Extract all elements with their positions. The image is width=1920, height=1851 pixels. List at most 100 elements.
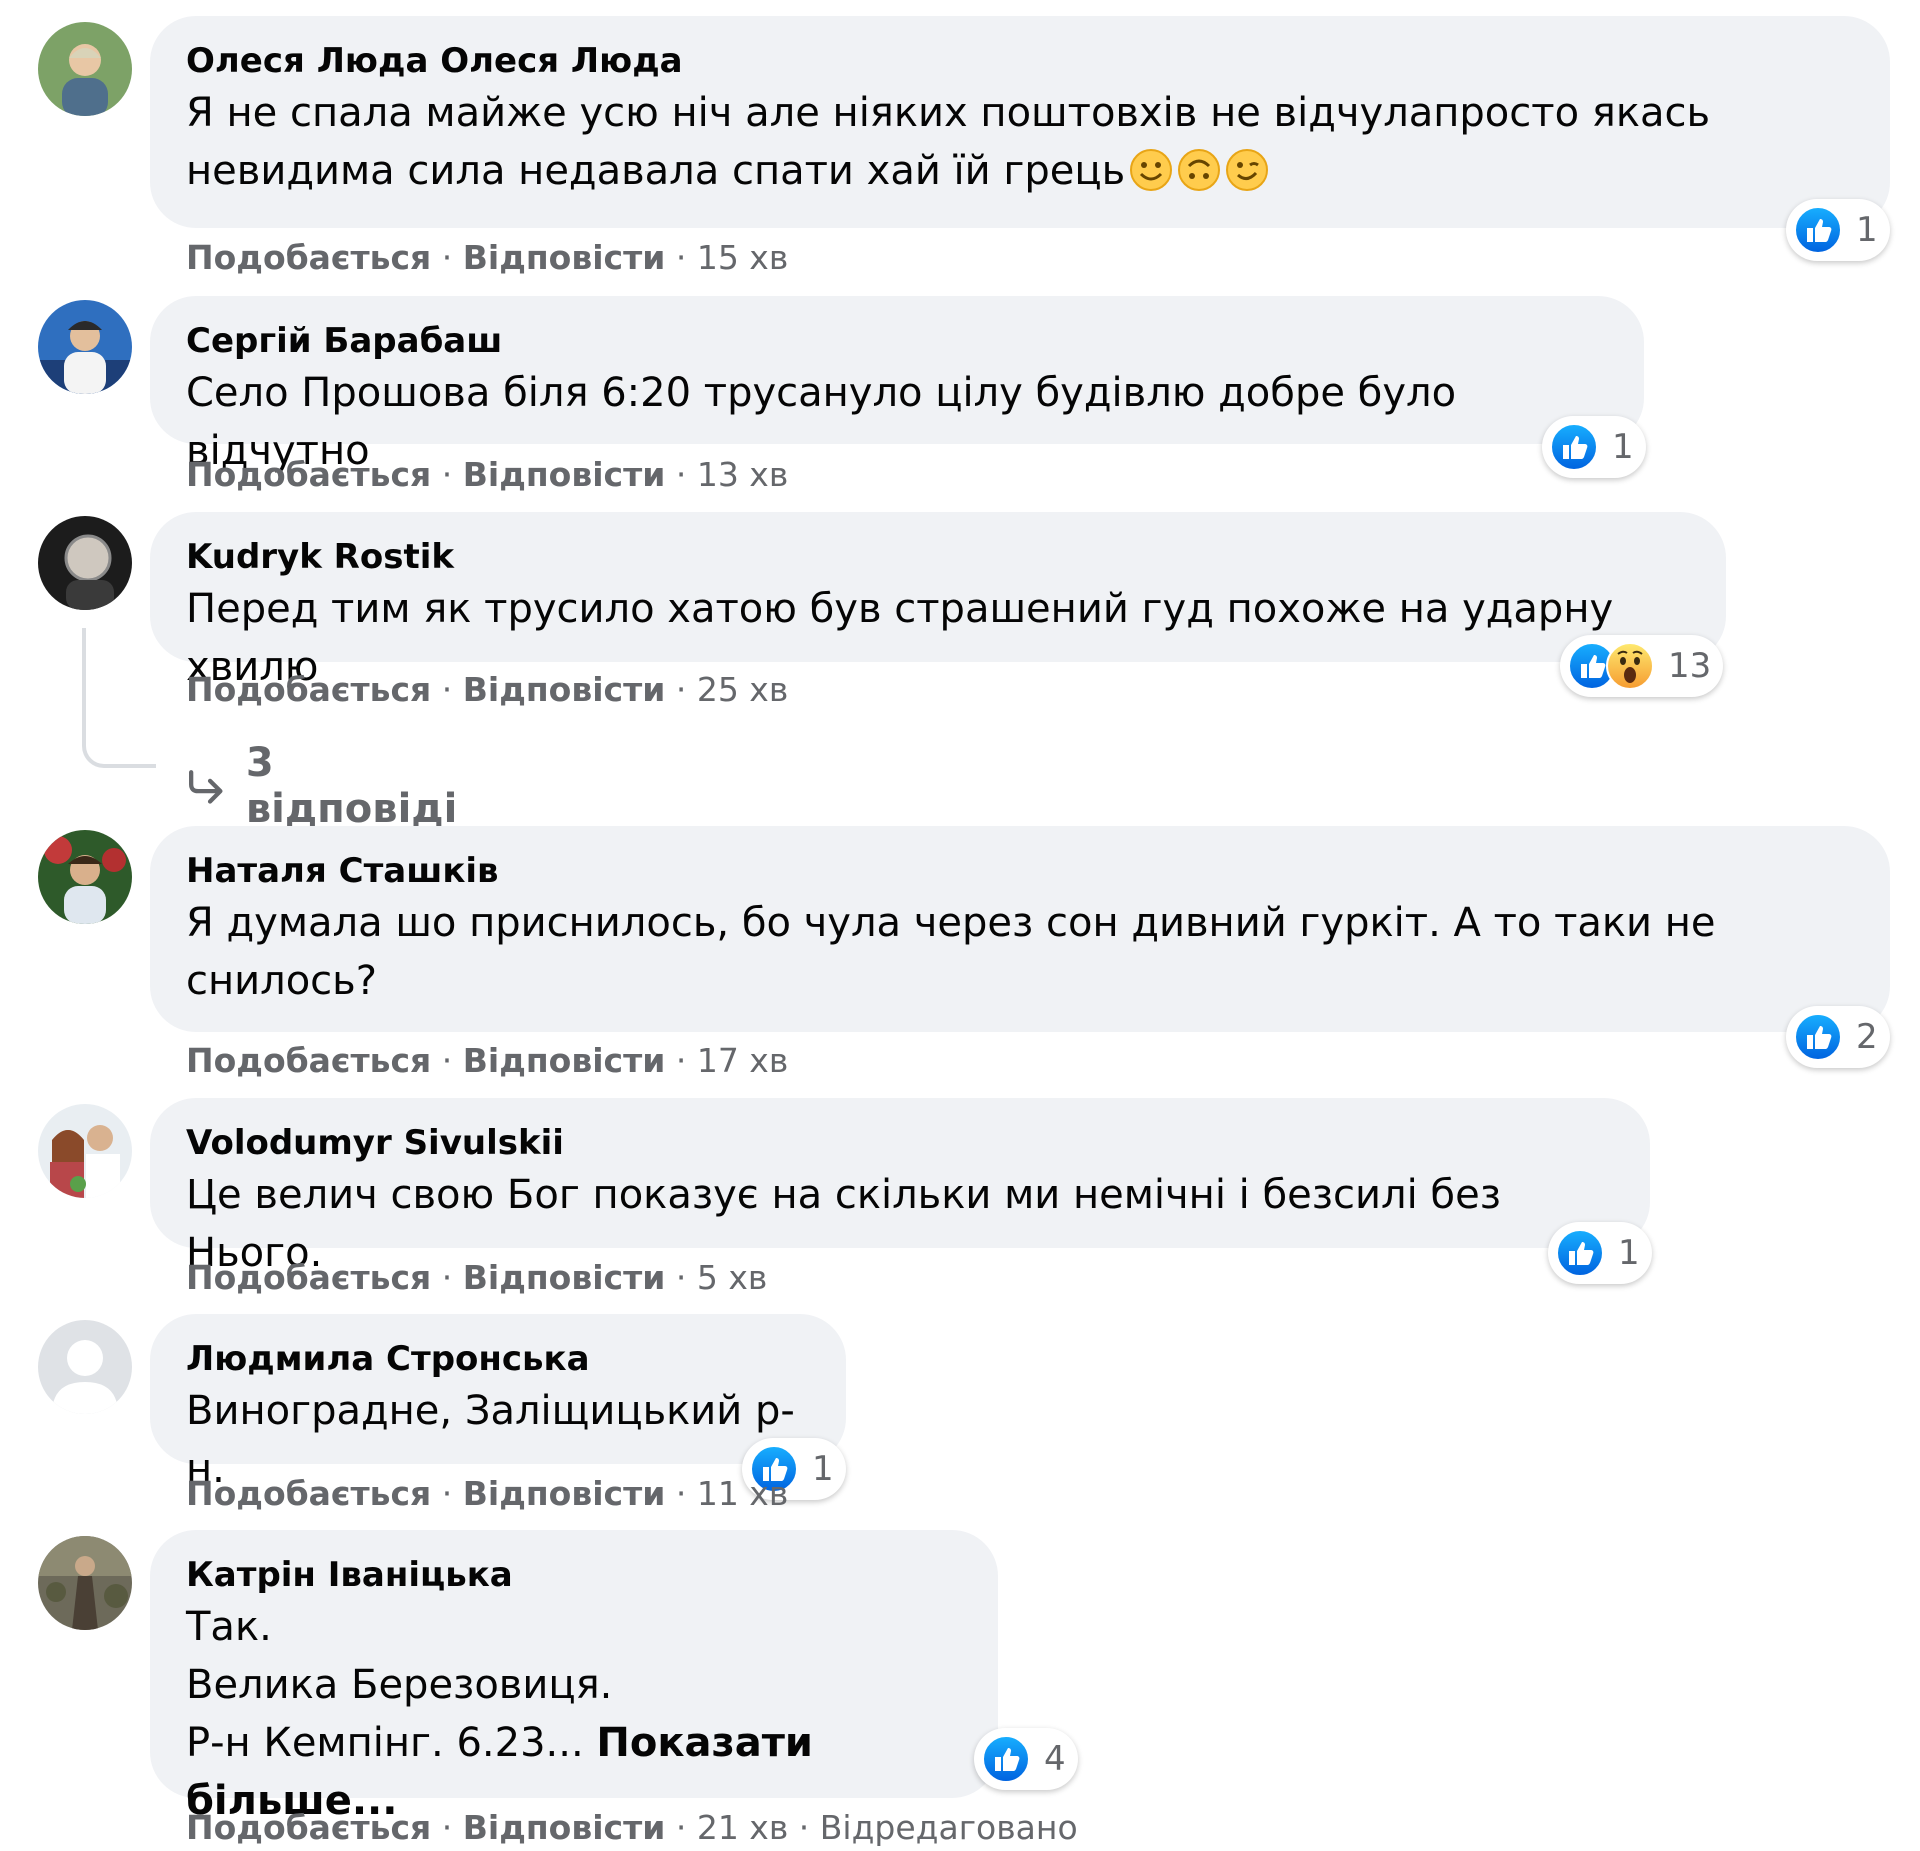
comment-actions: Подобається · Відповісти · 13 хв xyxy=(186,455,788,495)
comment-body: Я думала шо приснилось, бо чула через со… xyxy=(186,900,1716,1004)
like-button[interactable]: Подобається xyxy=(186,1041,431,1080)
avatar-photo xyxy=(38,1104,132,1198)
comment-actions: Подобається · Відповісти · 21 хв · Відре… xyxy=(186,1808,1078,1848)
comment-actions: Подобається · Відповісти · 11 хв xyxy=(186,1474,788,1514)
separator: · xyxy=(441,1041,453,1080)
like-button[interactable]: Подобається xyxy=(186,670,431,709)
comment-bubble: Сергій Барабаш Село Прошова біля 6:20 тр… xyxy=(150,296,1644,474)
reply-button[interactable]: Відповісти xyxy=(463,1041,666,1080)
avatar[interactable] xyxy=(38,1536,132,1630)
comment-text: Так. Велика Березовиця. Р-н Кемпінг. 6.2… xyxy=(186,1598,962,1830)
reaction-summary[interactable]: 2 xyxy=(1786,1006,1890,1068)
separator: · xyxy=(798,1808,810,1847)
like-button[interactable]: Подобається xyxy=(186,1808,431,1847)
comment-bubble: Катрін Іваніцька Так. Велика Березовиця.… xyxy=(150,1530,998,1824)
avatar-photo xyxy=(38,830,132,924)
comment-author[interactable]: Катрін Іваніцька xyxy=(186,1552,962,1598)
comment-bubble: Наталя Сташків Я думала шо приснилось, б… xyxy=(150,826,1890,1032)
comment-bubble: Volodumyr Sivulskii Це велич свою Бог по… xyxy=(150,1098,1650,1276)
avatar-photo xyxy=(38,516,132,610)
separator: · xyxy=(441,238,453,277)
reply-button[interactable]: Відповісти xyxy=(463,455,666,494)
reply-button[interactable]: Відповісти xyxy=(463,670,666,709)
comment-author[interactable]: Олеся Люда Олеся Люда xyxy=(186,38,1854,84)
reply-button[interactable]: Відповісти xyxy=(463,238,666,277)
separator: · xyxy=(675,238,687,277)
reply-arrow-icon xyxy=(189,770,223,804)
like-reaction-icon xyxy=(1550,423,1598,471)
comment-author[interactable]: Наталя Сташків xyxy=(186,848,1854,894)
reaction-summary[interactable]: 1 xyxy=(1786,199,1890,261)
comment-actions: Подобається · Відповісти · 17 хв xyxy=(186,1041,788,1081)
comment-author[interactable]: Kudryk Rostik xyxy=(186,534,1690,580)
reaction-count: 4 xyxy=(1044,1739,1066,1779)
reply-button[interactable]: Відповісти xyxy=(463,1474,666,1513)
like-button[interactable]: Подобається xyxy=(186,1258,431,1297)
comment-actions: Подобається · Відповісти · 25 хв xyxy=(186,670,788,710)
avatar[interactable] xyxy=(38,1104,132,1198)
comment-time[interactable]: 15 хв xyxy=(697,238,788,277)
avatar[interactable] xyxy=(38,516,132,610)
comment-author[interactable]: Volodumyr Sivulskii xyxy=(186,1120,1614,1166)
comment-author[interactable]: Сергій Барабаш xyxy=(186,318,1608,364)
separator: · xyxy=(441,1258,453,1297)
separator: · xyxy=(441,1474,453,1513)
comment-time[interactable]: 21 хв xyxy=(697,1808,788,1847)
reaction-count: 1 xyxy=(1618,1233,1640,1273)
separator: · xyxy=(675,455,687,494)
view-replies-link[interactable]: 3 відповіді xyxy=(186,740,463,832)
reaction-count: 1 xyxy=(812,1449,834,1489)
edited-label: Відредаговано xyxy=(819,1808,1078,1847)
comment-author[interactable]: Людмила Стронська xyxy=(186,1336,810,1382)
comment-text: Я не спала майже усю ніч але ніяких пошт… xyxy=(186,84,1854,200)
comment-time[interactable]: 5 хв xyxy=(697,1258,767,1297)
reply-button[interactable]: Відповісти xyxy=(463,1258,666,1297)
like-reaction-icon xyxy=(1556,1229,1604,1277)
like-button[interactable]: Подобається xyxy=(186,1474,431,1513)
avatar[interactable] xyxy=(38,830,132,924)
reaction-summary[interactable]: 1 xyxy=(1542,416,1646,478)
avatar-photo xyxy=(38,22,132,116)
avatar-photo xyxy=(38,300,132,394)
comment-actions: Подобається · Відповісти · 15 хв xyxy=(186,238,788,278)
reaction-count: 13 xyxy=(1668,646,1712,686)
reply-button[interactable]: Відповісти xyxy=(463,1808,666,1847)
winking-face-icon xyxy=(1225,148,1269,192)
reaction-count: 1 xyxy=(1856,210,1878,250)
separator: · xyxy=(441,1808,453,1847)
slightly-smiling-face-icon xyxy=(1129,148,1173,192)
wow-reaction-icon xyxy=(1606,642,1654,690)
reaction-count: 1 xyxy=(1612,427,1634,467)
separator: · xyxy=(441,455,453,494)
reaction-summary[interactable]: 1 xyxy=(1548,1222,1652,1284)
upside-down-face-icon xyxy=(1177,148,1221,192)
default-avatar-icon xyxy=(38,1320,132,1414)
reaction-summary[interactable]: 4 xyxy=(974,1728,1078,1790)
separator: · xyxy=(675,1258,687,1297)
separator: · xyxy=(675,1474,687,1513)
comment-time[interactable]: 17 хв xyxy=(697,1041,788,1080)
comment-time[interactable]: 11 хв xyxy=(697,1474,788,1513)
comment-actions: Подобається · Відповісти · 5 хв xyxy=(186,1258,767,1298)
like-reaction-icon xyxy=(1794,206,1842,254)
separator: · xyxy=(441,670,453,709)
avatar[interactable] xyxy=(38,300,132,394)
comment-body: Я не спала майже усю ніч але ніяких пошт… xyxy=(186,90,1711,194)
avatar[interactable] xyxy=(38,1320,132,1414)
avatar[interactable] xyxy=(38,22,132,116)
reaction-summary[interactable]: 13 xyxy=(1560,635,1724,697)
like-button[interactable]: Подобається xyxy=(186,455,431,494)
comment-body: Так. Велика Березовиця. Р-н Кемпінг. 6.2… xyxy=(186,1604,613,1766)
comment-bubble: Людмила Стронська Виноградне, Заліщицьки… xyxy=(150,1314,846,1492)
comment-bubble: Олеся Люда Олеся Люда Я не спала майже у… xyxy=(150,16,1890,228)
comment-time[interactable]: 25 хв xyxy=(697,670,788,709)
separator: · xyxy=(675,1041,687,1080)
like-button[interactable]: Подобається xyxy=(186,238,431,277)
separator: · xyxy=(675,670,687,709)
like-reaction-icon xyxy=(1794,1013,1842,1061)
replies-count-label: 3 відповіді xyxy=(245,740,458,832)
comment-time[interactable]: 13 хв xyxy=(697,455,788,494)
like-reaction-icon xyxy=(982,1735,1030,1783)
thread-line xyxy=(82,628,156,768)
reaction-count: 2 xyxy=(1856,1017,1878,1057)
